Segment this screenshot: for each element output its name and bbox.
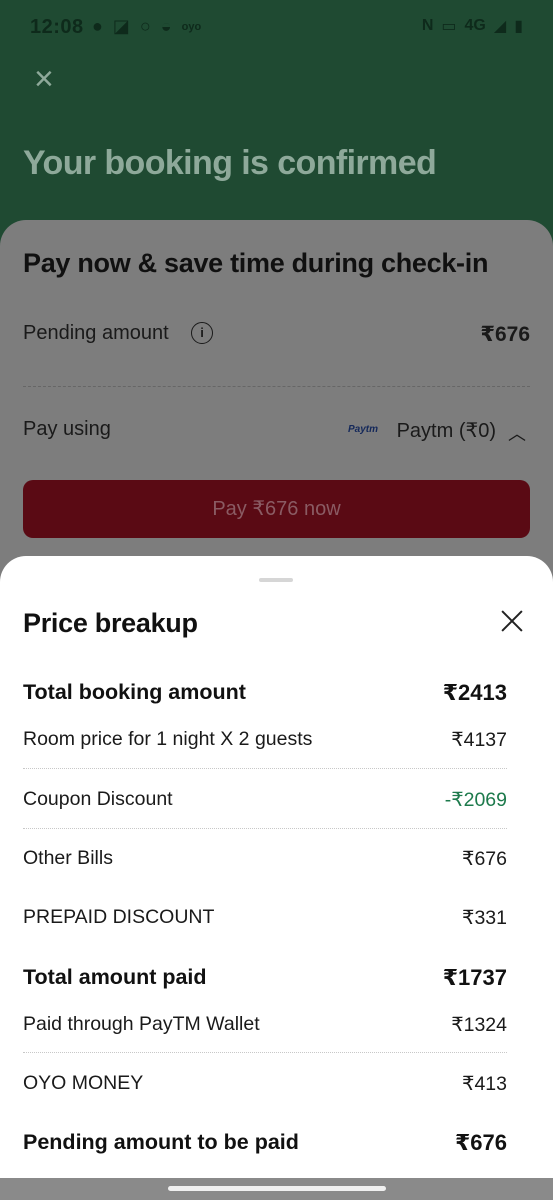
network-type: 4G <box>464 17 486 34</box>
close-icon[interactable]: × <box>34 62 64 96</box>
sheet-title: Price breakup <box>23 608 198 638</box>
room-price-row: Room price for 1 night X 2 guests ₹4137 <box>23 728 507 758</box>
status-time: 12:08 <box>30 16 84 38</box>
pending-amount-row: Pending amount i ₹676 <box>23 320 530 350</box>
row-value: ₹4137 <box>451 729 507 751</box>
oyo-icon: oyo <box>181 20 202 33</box>
navigation-bar <box>0 1178 553 1200</box>
row-value: ₹331 <box>462 907 507 929</box>
pay-using-label: Pay using <box>23 418 111 440</box>
divider <box>23 386 530 387</box>
divider <box>23 768 507 769</box>
chevron-up-icon[interactable]: ︿ <box>508 420 526 446</box>
info-icon[interactable]: i <box>191 322 213 344</box>
status-bar: 12:08 ● ◪ ○ ◒ oyo N ▭ 4G ◢ ▮ <box>0 10 553 44</box>
total-booking-row: Total booking amount ₹2413 <box>23 680 507 710</box>
status-left-icons: ● ◪ ○ ◒ oyo <box>92 16 201 37</box>
pending-amount-value: ₹676 <box>480 323 530 346</box>
food-icon: ◒ <box>160 16 172 36</box>
battery-icon: ▮ <box>514 18 523 35</box>
price-breakup-sheet: Price breakup Total booking amount ₹2413… <box>0 556 553 1178</box>
paytm-logo: Paytm <box>347 424 378 435</box>
pay-using-row[interactable]: Pay using Paytm Paytm (₹0) ︿ <box>23 416 530 446</box>
row-label: Paid through PayTM Wallet <box>23 1013 260 1035</box>
status-right-icons: N ▭ 4G ◢ ▮ <box>422 16 523 36</box>
signal-icon: ◢ <box>493 18 507 35</box>
total-paid-row: Total amount paid ₹1737 <box>23 965 507 995</box>
row-value: ₹413 <box>462 1073 507 1095</box>
search-icon: ○ <box>139 16 151 36</box>
row-value: ₹676 <box>462 848 507 870</box>
coupon-discount-row: Coupon Discount -₹2069 <box>23 788 507 818</box>
pending-amount-label: Pending amount <box>23 322 169 344</box>
prepaid-discount-row: PREPAID DISCOUNT ₹331 <box>23 906 507 936</box>
pending-to-pay-row: Pending amount to be paid ₹676 <box>23 1130 507 1160</box>
home-gesture-bar[interactable] <box>168 1186 386 1191</box>
pay-now-button[interactable]: Pay ₹676 now <box>23 480 530 538</box>
volte-icon: ▭ <box>441 18 457 35</box>
row-value: -₹2069 <box>444 789 507 811</box>
row-label: Room price for 1 night X 2 guests <box>23 728 313 750</box>
row-label: Total booking amount <box>23 680 246 704</box>
other-bills-row: Other Bills ₹676 <box>23 847 507 877</box>
row-label: Coupon Discount <box>23 788 173 810</box>
row-label: PREPAID DISCOUNT <box>23 906 215 928</box>
divider <box>23 1052 507 1053</box>
paytm-wallet-row: Paid through PayTM Wallet ₹1324 <box>23 1013 507 1043</box>
row-value: ₹1737 <box>442 965 507 990</box>
nfc-icon: N <box>421 17 434 34</box>
oyo-money-row: OYO MONEY ₹413 <box>23 1072 507 1102</box>
row-label: OYO MONEY <box>23 1072 144 1094</box>
confirmation-title: Your booking is confirmed <box>23 144 437 182</box>
divider <box>23 828 507 829</box>
pay-now-title: Pay now & save time during check-in <box>23 248 489 278</box>
row-label: Total amount paid <box>23 965 207 989</box>
app-icon: ◪ <box>112 16 130 36</box>
location-pin-icon: ● <box>92 16 103 36</box>
row-value: ₹1324 <box>451 1014 507 1036</box>
close-icon[interactable] <box>499 608 525 634</box>
paytm-balance: Paytm (₹0) <box>396 420 496 442</box>
row-label: Pending amount to be paid <box>23 1130 299 1154</box>
row-value: ₹676 <box>454 1130 507 1155</box>
row-label: Other Bills <box>23 847 113 869</box>
row-value: ₹2413 <box>442 680 507 705</box>
drag-handle[interactable] <box>259 578 293 582</box>
